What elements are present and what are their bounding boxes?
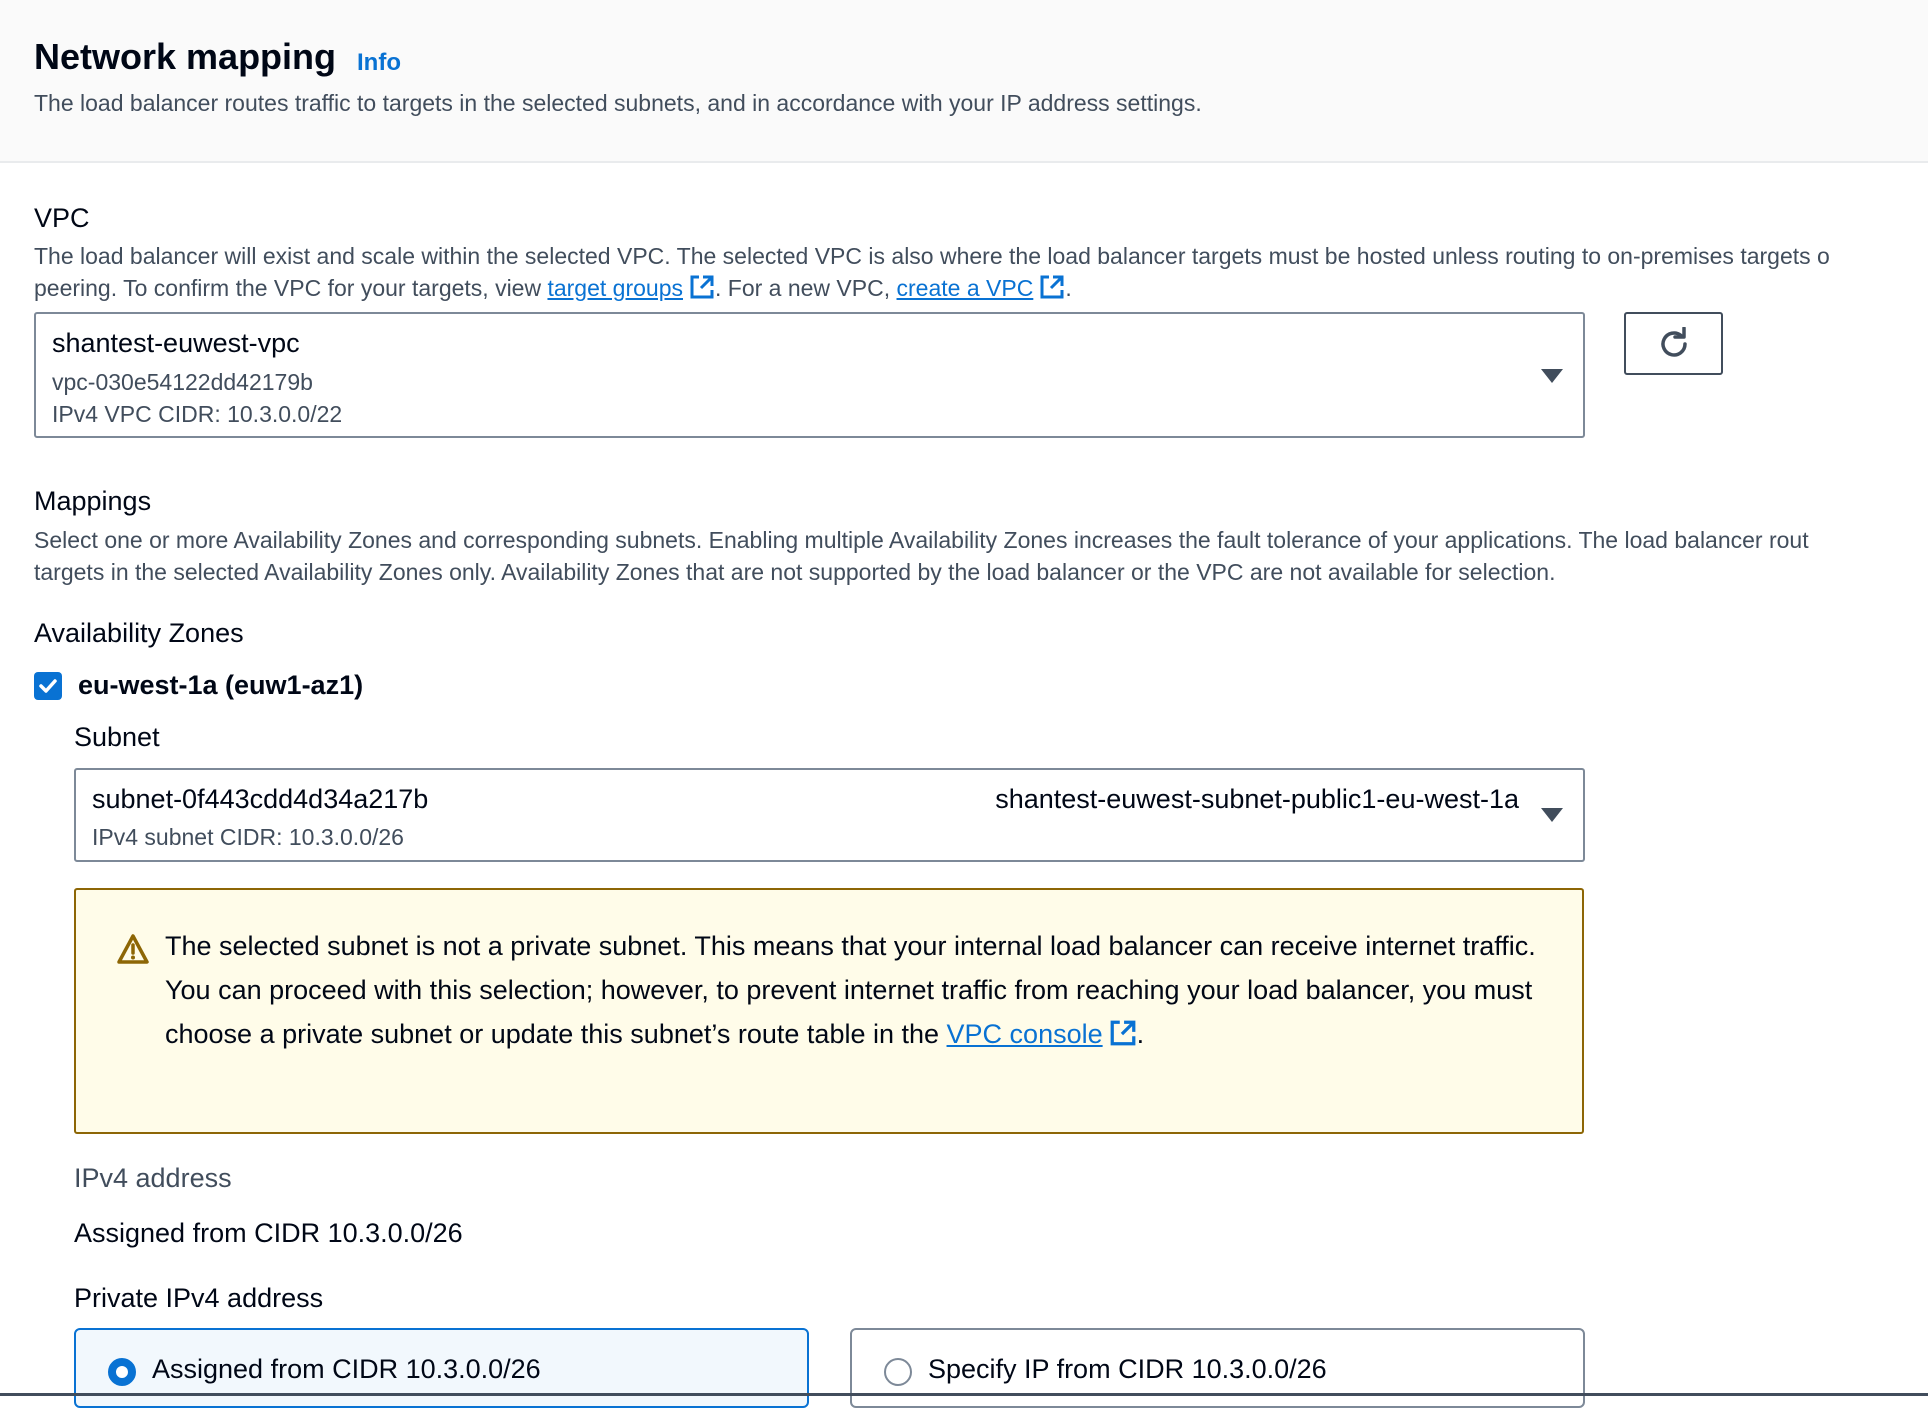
external-link-icon <box>690 275 714 299</box>
mappings-description-line1: Select one or more Availability Zones an… <box>34 527 1809 553</box>
warning-line1: The selected subnet is not a private sub… <box>165 931 1536 961</box>
availability-zones-label: Availability Zones <box>34 618 244 648</box>
vpc-selected-cidr: IPv4 VPC CIDR: 10.3.0.0/22 <box>52 401 343 427</box>
radio-card-specify[interactable]: Specify IP from CIDR 10.3.0.0/26 <box>850 1328 1585 1408</box>
subnet-cidr: IPv4 subnet CIDR: 10.3.0.0/26 <box>92 824 404 850</box>
mappings-label: Mappings <box>34 486 152 516</box>
radio-button-selected[interactable] <box>108 1358 136 1386</box>
external-link-icon <box>1040 275 1064 299</box>
vpc-selected-name: shantest-euwest-vpc <box>52 328 300 358</box>
external-link-icon <box>1110 1020 1136 1046</box>
warning-line2: You can proceed with this selection; how… <box>165 968 1555 1056</box>
warning-line2-prefix: You can proceed with this selection; how… <box>165 975 1533 1049</box>
vpc-description-line1: The load balancer will exist and scale w… <box>34 243 1830 269</box>
checkmark-icon <box>39 679 57 693</box>
vpc-description-suffix: . <box>1065 275 1072 301</box>
caret-down-icon <box>1541 808 1563 822</box>
radio-card-assigned[interactable]: Assigned from CIDR 10.3.0.0/26 <box>74 1328 809 1408</box>
caret-down-icon <box>1541 369 1563 383</box>
refresh-button[interactable] <box>1624 312 1723 375</box>
ipv4-address-label: IPv4 address <box>74 1163 232 1193</box>
vpc-description-middle: . For a new VPC, <box>715 275 897 301</box>
warning-alert: The selected subnet is not a private sub… <box>74 888 1584 1134</box>
radio-button-unselected[interactable] <box>884 1358 912 1386</box>
private-ipv4-label: Private IPv4 address <box>74 1283 324 1313</box>
refresh-icon <box>1660 326 1687 357</box>
subnet-select[interactable]: subnet-0f443cdd4d34a217b IPv4 subnet CID… <box>74 768 1585 862</box>
vpc-selected-id: vpc-030e54122dd42179b <box>52 369 313 395</box>
warning-line2-suffix: . <box>1136 1019 1145 1049</box>
radio-label-assigned: Assigned from CIDR 10.3.0.0/26 <box>152 1354 541 1384</box>
vpc-console-link[interactable]: VPC console <box>947 1019 1103 1049</box>
section-description: The load balancer routes traffic to targ… <box>34 90 1202 116</box>
zone-label[interactable]: eu-west-1a (euw1-az1) <box>78 670 363 701</box>
create-vpc-link[interactable]: create a VPC <box>897 275 1034 301</box>
vpc-label: VPC <box>34 203 90 233</box>
info-link[interactable]: Info <box>357 49 401 77</box>
warning-message: The selected subnet is not a private sub… <box>165 924 1555 1056</box>
subnet-id: subnet-0f443cdd4d34a217b <box>92 784 429 814</box>
ipv4-address-value: Assigned from CIDR 10.3.0.0/26 <box>74 1218 463 1248</box>
warning-icon <box>117 934 149 964</box>
section-header <box>0 0 1928 163</box>
subnet-name: shantest-euwest-subnet-public1-eu-west-1… <box>995 784 1519 814</box>
vpc-description-prefix: peering. To confirm the VPC for your tar… <box>34 275 548 301</box>
mappings-description-line2: targets in the selected Availability Zon… <box>34 559 1556 585</box>
section-title: Network mapping <box>34 36 337 77</box>
vpc-select[interactable]: shantest-euwest-vpc vpc-030e54122dd42179… <box>34 312 1585 438</box>
radio-label-specify: Specify IP from CIDR 10.3.0.0/26 <box>928 1354 1327 1384</box>
subnet-label: Subnet <box>74 722 160 752</box>
zone-checkbox[interactable] <box>34 672 62 700</box>
target-groups-link[interactable]: target groups <box>547 275 683 301</box>
vpc-description-line2: peering. To confirm the VPC for your tar… <box>34 272 1072 304</box>
